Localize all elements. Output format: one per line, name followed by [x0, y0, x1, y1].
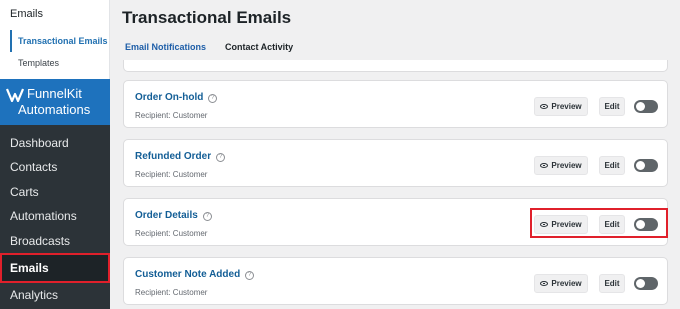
brand-name-line2: Automations — [18, 102, 91, 117]
submenu-list: Transactional Emails Templates — [10, 30, 110, 74]
brand-name-line1: FunnelKit — [27, 86, 82, 101]
toggle-knob — [636, 279, 645, 288]
email-name-row: Order Details? — [135, 210, 212, 221]
enable-toggle[interactable] — [634, 277, 658, 290]
info-icon[interactable]: ? — [216, 153, 226, 162]
menu-item-contacts[interactable]: Contacts — [0, 155, 110, 179]
funnelkit-brand[interactable]: FunnelKit Automations — [0, 79, 110, 125]
menu-item-automations[interactable]: Automations — [0, 204, 110, 228]
admin-menu: Dashboard Contacts Carts Automations Bro… — [0, 125, 110, 309]
email-name-row: Refunded Order? — [135, 151, 226, 162]
emails-submenu: Emails Transactional Emails Templates — [0, 0, 110, 79]
email-card-partial — [123, 60, 668, 72]
email-recipient: Recipient: Customer — [135, 170, 208, 179]
email-name[interactable]: Order Details — [135, 210, 198, 221]
info-icon[interactable]: ? — [202, 212, 212, 221]
email-name[interactable]: Order On-hold — [135, 92, 203, 103]
preview-button[interactable]: Preview — [534, 156, 588, 175]
email-name[interactable]: Refunded Order — [135, 151, 211, 162]
submenu-item-templates[interactable]: Templates — [10, 52, 110, 74]
email-recipient: Recipient: Customer — [135, 111, 208, 120]
email-card: Order On-hold? Recipient: Customer Previ… — [123, 80, 668, 128]
email-recipient: Recipient: Customer — [135, 229, 208, 238]
toggle-knob — [636, 102, 645, 111]
tab-contact-activity[interactable]: Contact Activity — [225, 42, 293, 62]
info-icon[interactable]: ? — [245, 271, 255, 280]
page-title: Transactional Emails — [122, 8, 292, 27]
email-name-row: Order On-hold? — [135, 92, 218, 103]
main-content: Transactional Emails Email Notifications… — [110, 0, 680, 309]
email-card: Refunded Order? Recipient: Customer Prev… — [123, 139, 668, 187]
funnelkit-logo-icon — [6, 88, 24, 102]
preview-button[interactable]: Preview — [534, 97, 588, 116]
eye-icon — [540, 281, 549, 286]
preview-label: Preview — [551, 161, 582, 170]
preview-label: Preview — [551, 279, 582, 288]
menu-item-emails[interactable]: Emails — [0, 253, 110, 283]
eye-icon — [540, 163, 549, 168]
enable-toggle[interactable] — [634, 100, 658, 113]
left-column: Emails Transactional Emails Templates Fu… — [0, 0, 110, 309]
submenu-title: Emails — [10, 8, 44, 20]
highlight-box — [530, 208, 668, 238]
menu-item-dashboard[interactable]: Dashboard — [0, 131, 110, 155]
preview-button[interactable]: Preview — [534, 274, 588, 293]
eye-icon — [540, 104, 549, 109]
toggle-knob — [636, 161, 645, 170]
preview-label: Preview — [551, 102, 582, 111]
tab-email-notifications[interactable]: Email Notifications — [125, 42, 207, 62]
menu-item-broadcasts[interactable]: Broadcasts — [0, 229, 110, 253]
email-card: Customer Note Added? Recipient: Customer… — [123, 257, 668, 305]
menu-item-analytics[interactable]: Analytics — [0, 283, 110, 307]
email-recipient: Recipient: Customer — [135, 288, 208, 297]
submenu-item-transactional-emails[interactable]: Transactional Emails — [10, 30, 110, 52]
edit-button[interactable]: Edit — [599, 274, 625, 293]
info-icon[interactable]: ? — [208, 94, 218, 103]
email-name-row: Customer Note Added? — [135, 269, 255, 280]
edit-button[interactable]: Edit — [599, 97, 625, 116]
email-name[interactable]: Customer Note Added — [135, 269, 240, 280]
edit-button[interactable]: Edit — [599, 156, 625, 175]
menu-item-carts[interactable]: Carts — [0, 180, 110, 204]
enable-toggle[interactable] — [634, 159, 658, 172]
